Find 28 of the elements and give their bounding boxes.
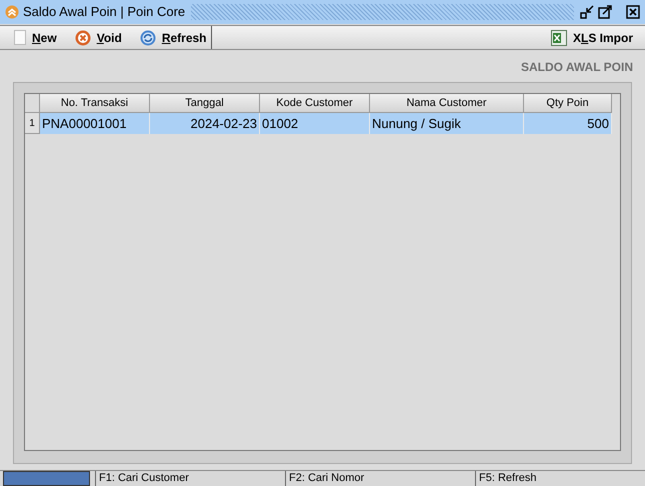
refresh-button[interactable]: Refresh — [140, 28, 207, 46]
import-button[interactable]: XLS Impor — [550, 28, 633, 46]
spreadsheet-icon — [550, 30, 567, 46]
cancel-icon — [74, 30, 91, 46]
maximize-icon[interactable] — [598, 5, 612, 19]
page-icon — [14, 30, 26, 45]
table-cell: 01002 — [260, 113, 370, 134]
table-cell: 500 — [524, 113, 612, 134]
table-cell: 2024-02-23 — [150, 113, 260, 134]
column-header[interactable]: Nama Customer — [370, 94, 524, 113]
new-button[interactable]: New — [14, 28, 57, 46]
shortcut-hint: F2: Cari Nomor — [285, 471, 475, 486]
column-header[interactable]: Kode Customer — [260, 94, 370, 113]
column-header[interactable]: No. Transaksi — [40, 94, 150, 113]
column-header[interactable]: Tanggal — [150, 94, 260, 113]
restore-icon[interactable] — [580, 5, 594, 19]
shortcut-hint: F1: Cari Customer — [95, 471, 285, 486]
void-button[interactable]: Void — [74, 28, 122, 46]
table-cell: Nunung / Sugik — [370, 113, 524, 134]
window-title: Saldo Awal Poin | Poin Core — [23, 3, 186, 22]
form-heading: SALDO AWAL POIN — [520, 59, 633, 76]
refresh-icon — [140, 30, 156, 46]
shortcut-hint: F5: Refresh — [475, 471, 645, 486]
chevron-icon — [5, 5, 19, 19]
table-cell: PNA00001001 — [40, 113, 150, 134]
column-header[interactable]: Qty Poin — [524, 94, 612, 113]
close-icon[interactable] — [626, 5, 640, 19]
row-number: 1 — [25, 113, 40, 134]
